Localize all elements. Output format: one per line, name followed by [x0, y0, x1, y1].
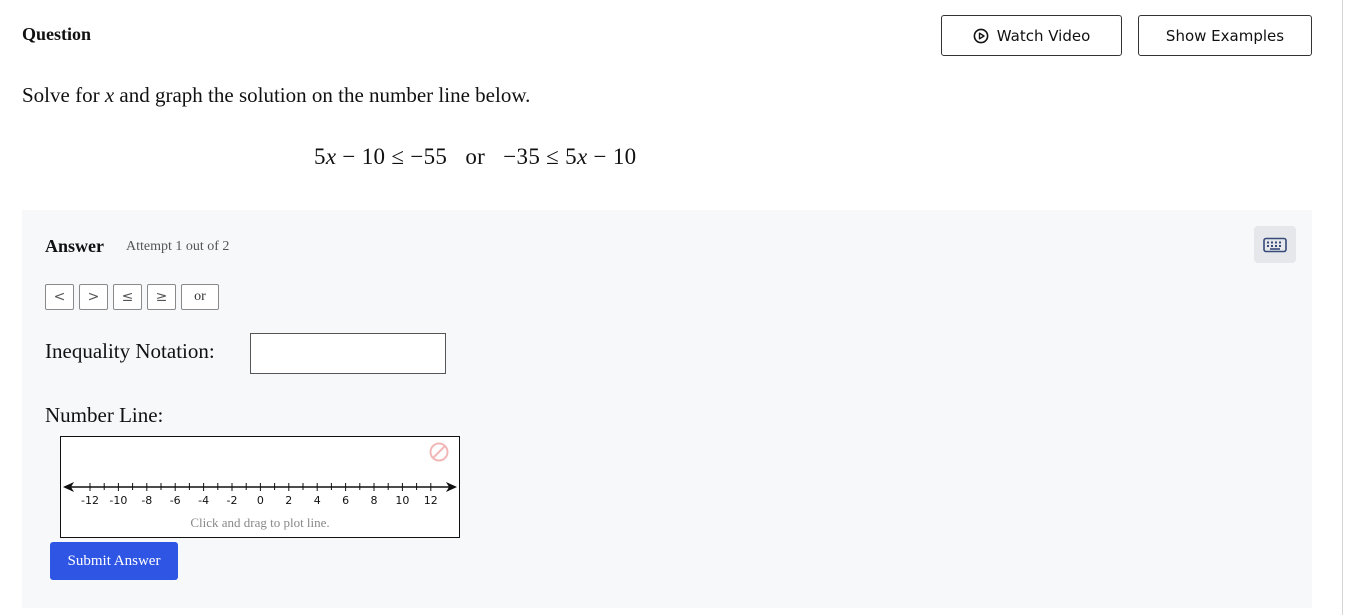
inequality-notation-input[interactable] — [250, 333, 446, 374]
greater-than-button[interactable]: > — [79, 284, 108, 310]
attempt-counter: Attempt 1 out of 2 — [126, 239, 230, 254]
less-equal-button[interactable]: ≤ — [113, 284, 142, 310]
tick-label: 2 — [285, 494, 292, 507]
play-circle-icon — [973, 28, 989, 43]
watch-video-label: Watch Video — [996, 26, 1091, 45]
or-button[interactable]: or — [181, 284, 219, 310]
tick-label: -4 — [198, 494, 209, 507]
tick-label: -8 — [141, 494, 152, 507]
tick-label: 4 — [314, 494, 321, 507]
answer-label: Answer — [45, 236, 104, 256]
clear-prohibited-icon[interactable] — [428, 441, 450, 463]
greater-equal-button[interactable]: ≥ — [147, 284, 176, 310]
question-prompt: Solve for x and graph the solution on th… — [22, 83, 530, 108]
tick-label: -2 — [227, 494, 238, 507]
tick-label: 8 — [371, 494, 378, 507]
number-line-label: Number Line: — [45, 403, 164, 427]
symbol-toolbar: < > ≤ ≥ or — [45, 284, 219, 310]
keyboard-toggle-button[interactable] — [1254, 226, 1296, 263]
show-examples-label: Show Examples — [1165, 26, 1285, 45]
tick-label: 0 — [257, 494, 264, 507]
watch-video-button[interactable]: Watch Video — [941, 15, 1122, 56]
tick-label: 6 — [342, 494, 349, 507]
tick-label: 12 — [424, 494, 438, 507]
eq-var-1: x — [325, 144, 337, 169]
submit-answer-button[interactable]: Submit Answer — [50, 542, 178, 580]
prompt-variable: x — [104, 83, 115, 107]
tick-label: -6 — [170, 494, 181, 507]
tick-label: 10 — [395, 494, 409, 507]
scrollbar-edge — [1342, 0, 1343, 615]
eq-part-2: − 10 ≤ −55 or −35 ≤ 5 — [336, 144, 577, 169]
answer-panel: Answer Attempt 1 out of 2 < > ≤ ≥ or Ine… — [22, 210, 1312, 608]
number-line-widget[interactable]: -12 -10 -8 -6 -4 -2 0 2 4 6 8 10 12 Click and drag t… — [60, 436, 460, 538]
eq-part-3: − 10 — [587, 144, 637, 169]
less-than-button[interactable]: < — [45, 284, 74, 310]
keyboard-icon — [1263, 237, 1287, 252]
inequality-notation-label: Inequality Notation: — [45, 339, 215, 363]
question-title: Question — [22, 24, 92, 44]
inequality-equation: 5x − 10 ≤ −55 or −35 ≤ 5x − 10 — [314, 144, 636, 170]
eq-var-2: x — [576, 144, 588, 169]
tick-label: -12 — [81, 494, 99, 507]
prompt-text-start: Solve for — [22, 83, 105, 107]
number-line-hint: Click and drag to plot line. — [190, 515, 330, 530]
show-examples-button[interactable]: Show Examples — [1138, 15, 1312, 56]
eq-part-1: 5 — [314, 144, 326, 169]
prompt-text-end: and graph the solution on the number lin… — [114, 83, 531, 107]
tick-label: -10 — [109, 494, 127, 507]
